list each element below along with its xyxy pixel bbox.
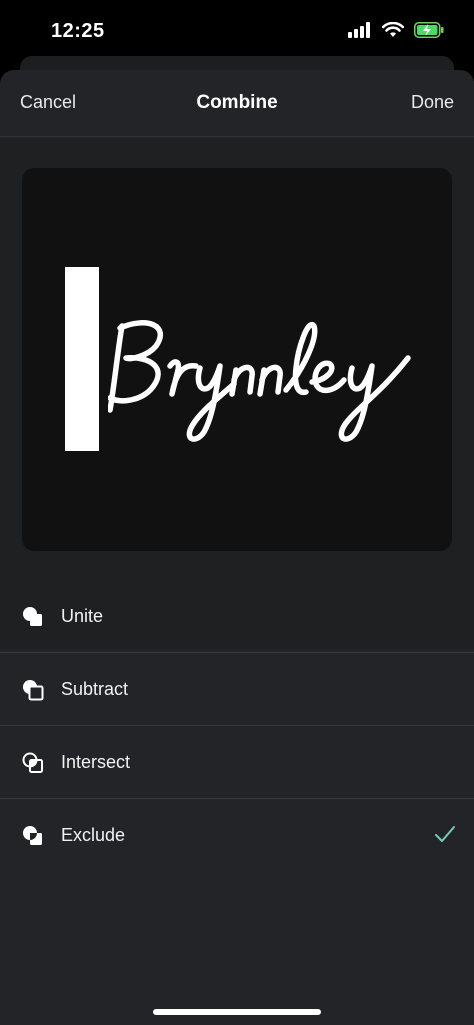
option-subtract[interactable]: Subtract [0,653,474,726]
status-icons [348,22,444,38]
rectangle-shape [65,267,99,451]
option-label: Subtract [61,678,129,699]
cellular-signal-icon [348,22,370,38]
option-intersect[interactable]: Intersect [0,726,474,799]
done-button[interactable]: Done [411,92,454,113]
navigation-bar: Cancel Combine Done [0,70,474,137]
status-time: 12:25 [51,20,105,42]
subtract-icon [23,680,44,701]
wifi-icon [382,22,404,37]
option-label: Intersect [61,751,131,772]
script-text-shape [108,320,411,442]
preview-canvas [22,168,452,551]
intersect-icon [22,752,43,773]
preview-area [0,138,474,649]
option-unite[interactable]: Unite [0,580,474,653]
unite-icon [23,607,42,626]
option-exclude[interactable]: Exclude [0,799,474,872]
exclude-icon [23,826,42,845]
battery-charging-icon [414,22,444,38]
status-bar: 12:25 [0,0,474,62]
option-label: Unite [61,605,104,626]
checkmark-icon [435,826,455,842]
combine-options-list: Unite Subtract Intersect Exclude [0,580,474,872]
combine-sheet: Cancel Combine Done Unite Subtract Inter… [0,70,474,1025]
option-label: Exclude [61,825,126,845]
page-title: Combine [196,92,278,113]
home-indicator[interactable] [153,1009,321,1015]
